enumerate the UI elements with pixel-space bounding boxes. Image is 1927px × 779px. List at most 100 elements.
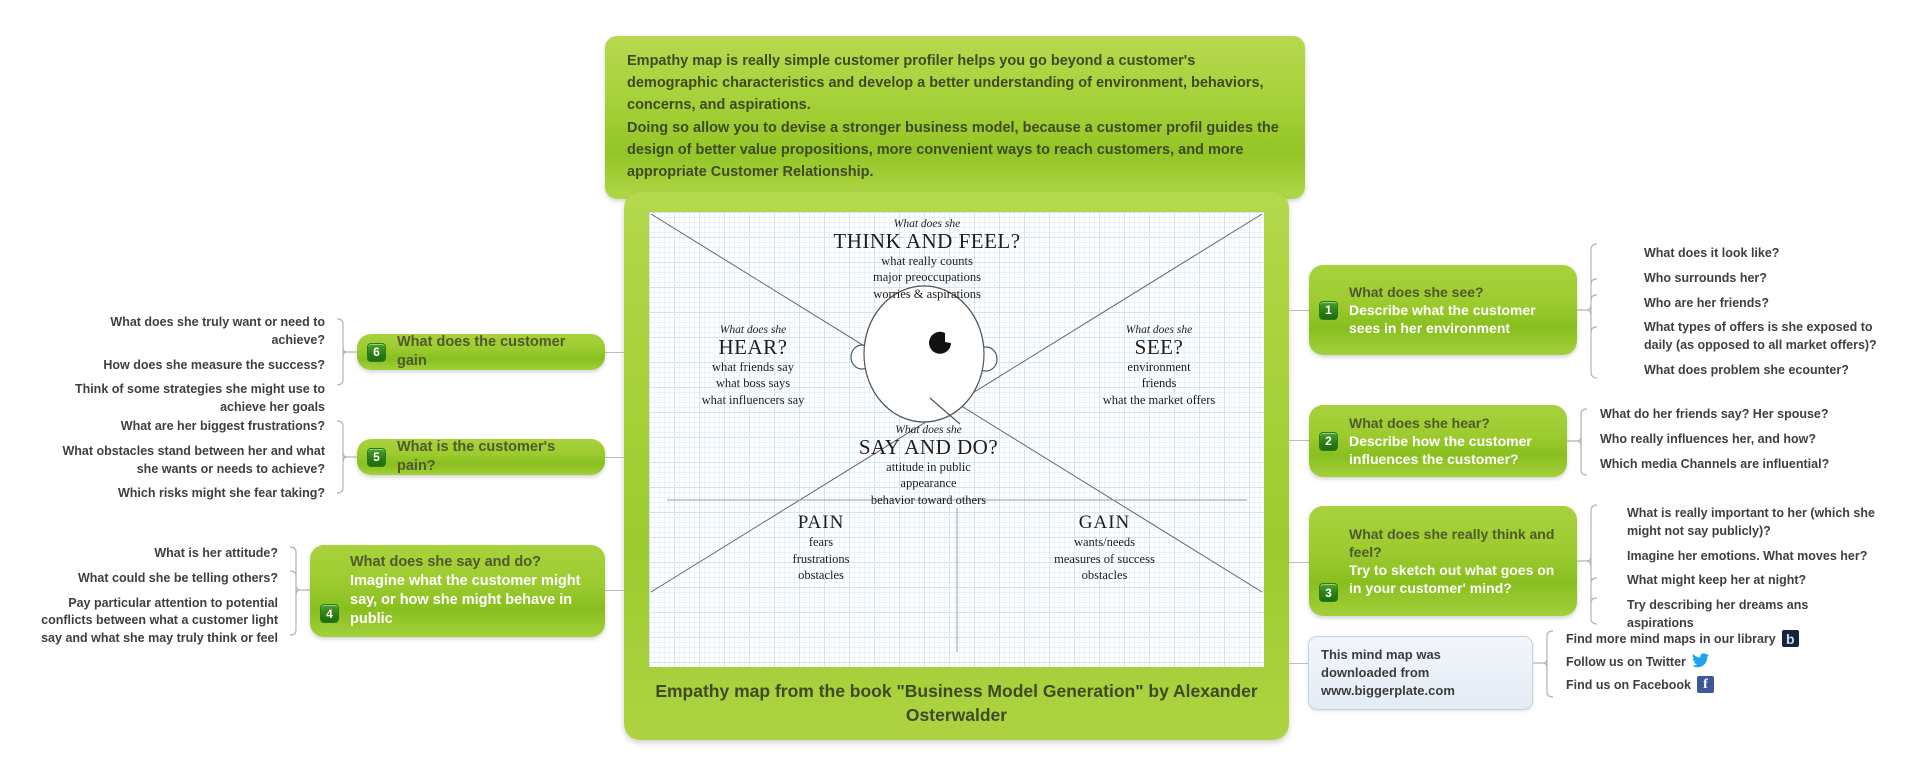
connector-line-say	[605, 590, 625, 591]
quadrant-line: major preoccupations	[873, 270, 981, 285]
link-label: Find more mind maps in our library	[1566, 631, 1776, 646]
list-item: What does she truly want or need to achi…	[110, 315, 325, 347]
quadrant-title: THINK AND FEEL?	[833, 229, 1021, 253]
social-links: Find more mind maps in our library Follo…	[1566, 630, 1916, 699]
quadrant-title: SAY AND DO?	[858, 435, 999, 459]
quadrant-line: appearance	[900, 476, 957, 491]
list-item: Pay particular attention to potential co…	[41, 595, 278, 646]
list-item: Think of some strategies she might use t…	[74, 382, 325, 414]
node-number-badge: 3	[1319, 583, 1338, 602]
quadrant-hear: What does she HEAR? what friends say wha…	[667, 324, 839, 408]
quadrant-line: worries & aspirations	[873, 286, 981, 301]
list-item: What obstacles stand between her and wha…	[62, 443, 325, 476]
quadrant-think-and-feel: What does she THINK AND FEEL? what reall…	[827, 218, 1027, 302]
link-label: Follow us on Twitter	[1566, 654, 1686, 669]
quadrant-say-and-do: What does she SAY AND DO? attitude in pu…	[841, 424, 1016, 508]
leaf-list-see: What does it look like? Who surrounds he…	[1644, 245, 1899, 387]
quadrant-line: attitude in public	[886, 459, 971, 474]
bracket-say	[282, 546, 310, 638]
node-what-is-the-customers-pain[interactable]: 5 What is the customer's pain?	[357, 439, 605, 475]
connector-line-think	[1289, 562, 1309, 563]
facebook-icon	[1697, 676, 1715, 693]
quadrant-line: what really counts	[881, 253, 973, 268]
quadrant-line: what influencers say	[701, 392, 805, 407]
list-item: Which risks might she fear taking?	[118, 486, 325, 501]
node-what-does-she-hear[interactable]: 2 What does she hear? Describe how the c…	[1309, 405, 1567, 477]
pain-title: PAIN	[797, 512, 845, 533]
leaf-list-pain: What are her biggest frustrations? What …	[60, 418, 325, 510]
node-what-does-she-see[interactable]: 1 What does she see? Describe what the c…	[1309, 265, 1577, 355]
node-number-badge: 1	[1319, 300, 1338, 320]
quadrant-see: What does she SEE? environment friends w…	[1069, 324, 1249, 408]
list-item: How does she measure the success?	[103, 357, 325, 372]
description-paragraph-1: Empathy map is really simple customer pr…	[627, 53, 1264, 114]
quadrant-line: behavior toward others	[870, 492, 987, 507]
leaf-list-think: What is really important to her (which s…	[1627, 505, 1877, 640]
bracket-think	[1577, 503, 1605, 628]
biggerplate-download-note: This mind map was downloaded from www.bi…	[1308, 636, 1533, 710]
map-caption: Empathy map from the book "Business Mode…	[655, 681, 1258, 725]
node-number-badge: 6	[367, 342, 386, 362]
twitter-icon	[1691, 653, 1709, 670]
node-detail: Describe what the customer sees in her e…	[1349, 301, 1536, 337]
bracket-hear	[1567, 408, 1595, 480]
list-item: Imagine her emotions. What moves her?	[1627, 548, 1868, 563]
connector-line-see	[1289, 310, 1309, 311]
list-item: Who surrounds her?	[1644, 270, 1767, 285]
gain-title: GAIN	[1078, 512, 1131, 533]
node-title: What does she see?	[1349, 283, 1484, 300]
bottom-gain-block: GAIN wants/needs measures of success obs…	[1017, 512, 1192, 584]
bracket-gain	[329, 318, 357, 390]
quadrant-line: what friends say	[712, 359, 794, 374]
gain-line: obstacles	[1081, 568, 1128, 582]
gain-line: measures of success	[1054, 551, 1155, 566]
connector-line-gain	[605, 352, 625, 353]
node-what-does-the-customer-gain[interactable]: 6 What does the customer gain	[357, 334, 605, 370]
biggerplate-icon	[1781, 630, 1799, 647]
bracket-footer	[1533, 630, 1561, 702]
list-item: Which media Channels are influential?	[1600, 456, 1830, 471]
bracket-see	[1577, 242, 1605, 382]
link-facebook[interactable]: Find us on Facebook	[1566, 676, 1916, 693]
list-item: What are her biggest frustrations?	[120, 419, 325, 433]
list-item: What might keep her at night?	[1627, 573, 1807, 588]
quadrant-line: environment	[1127, 359, 1191, 374]
quadrant-title: HEAR?	[718, 335, 788, 359]
quadrant-title: SEE?	[1134, 335, 1184, 359]
leaf-list-hear: What do her friends say? Her spouse? Who…	[1600, 406, 1850, 480]
list-item: What is her attitude?	[154, 546, 278, 560]
list-item: What could she be telling others?	[77, 570, 278, 585]
link-biggerplate-library[interactable]: Find more mind maps in our library	[1566, 630, 1916, 647]
gain-line: wants/needs	[1073, 535, 1136, 549]
node-title: What does she say and do?	[350, 554, 541, 571]
empathy-map-panel: What does she THINK AND FEEL? what reall…	[624, 192, 1289, 740]
pain-line: fears	[808, 535, 834, 549]
node-number-badge: 2	[1319, 431, 1338, 451]
bracket-pain	[329, 420, 357, 498]
node-detail: Describe how the customer influences the…	[1349, 432, 1532, 468]
list-item: What do her friends say? Her spouse?	[1600, 407, 1829, 421]
node-number-badge: 5	[367, 447, 386, 467]
node-what-does-she-say-and-do[interactable]: 4 What does she say and do? Imagine what…	[310, 545, 605, 637]
pain-line: obstacles	[798, 568, 844, 582]
node-title: What does she really think and feel?	[1349, 525, 1555, 560]
link-twitter[interactable]: Follow us on Twitter	[1566, 653, 1916, 670]
connector-line-footer	[1289, 663, 1309, 664]
description-panel: Empathy map is really simple customer pr…	[605, 36, 1305, 200]
list-item: Try describing her dreams ans aspiration…	[1627, 598, 1809, 630]
quadrant-line: what the market offers	[1102, 392, 1216, 407]
graph-paper-area: What does she THINK AND FEEL? what reall…	[649, 212, 1264, 667]
list-item: What types of offers is she exposed to d…	[1644, 320, 1877, 352]
leaf-list-gain: What does she truly want or need to achi…	[55, 314, 325, 424]
mindmap-canvas: Empathy map is really simple customer pr…	[0, 0, 1927, 779]
connector-line-pain	[605, 457, 625, 458]
node-title: What does she hear?	[1349, 414, 1490, 431]
link-label: Find us on Facebook	[1566, 677, 1692, 692]
bottom-pain-block: PAIN fears frustrations obstacles	[741, 512, 901, 584]
leaf-list-say: What is her attitude? What could she be …	[18, 545, 278, 655]
list-item: Who are her friends?	[1644, 295, 1770, 310]
node-what-does-she-think-and-feel[interactable]: 3 What does she really think and feel? T…	[1309, 506, 1577, 616]
list-item: What is really important to her (which s…	[1627, 506, 1875, 538]
node-number-badge: 4	[320, 604, 339, 623]
description-paragraph-2: Doing so allow you to devise a stronger …	[627, 119, 1279, 180]
